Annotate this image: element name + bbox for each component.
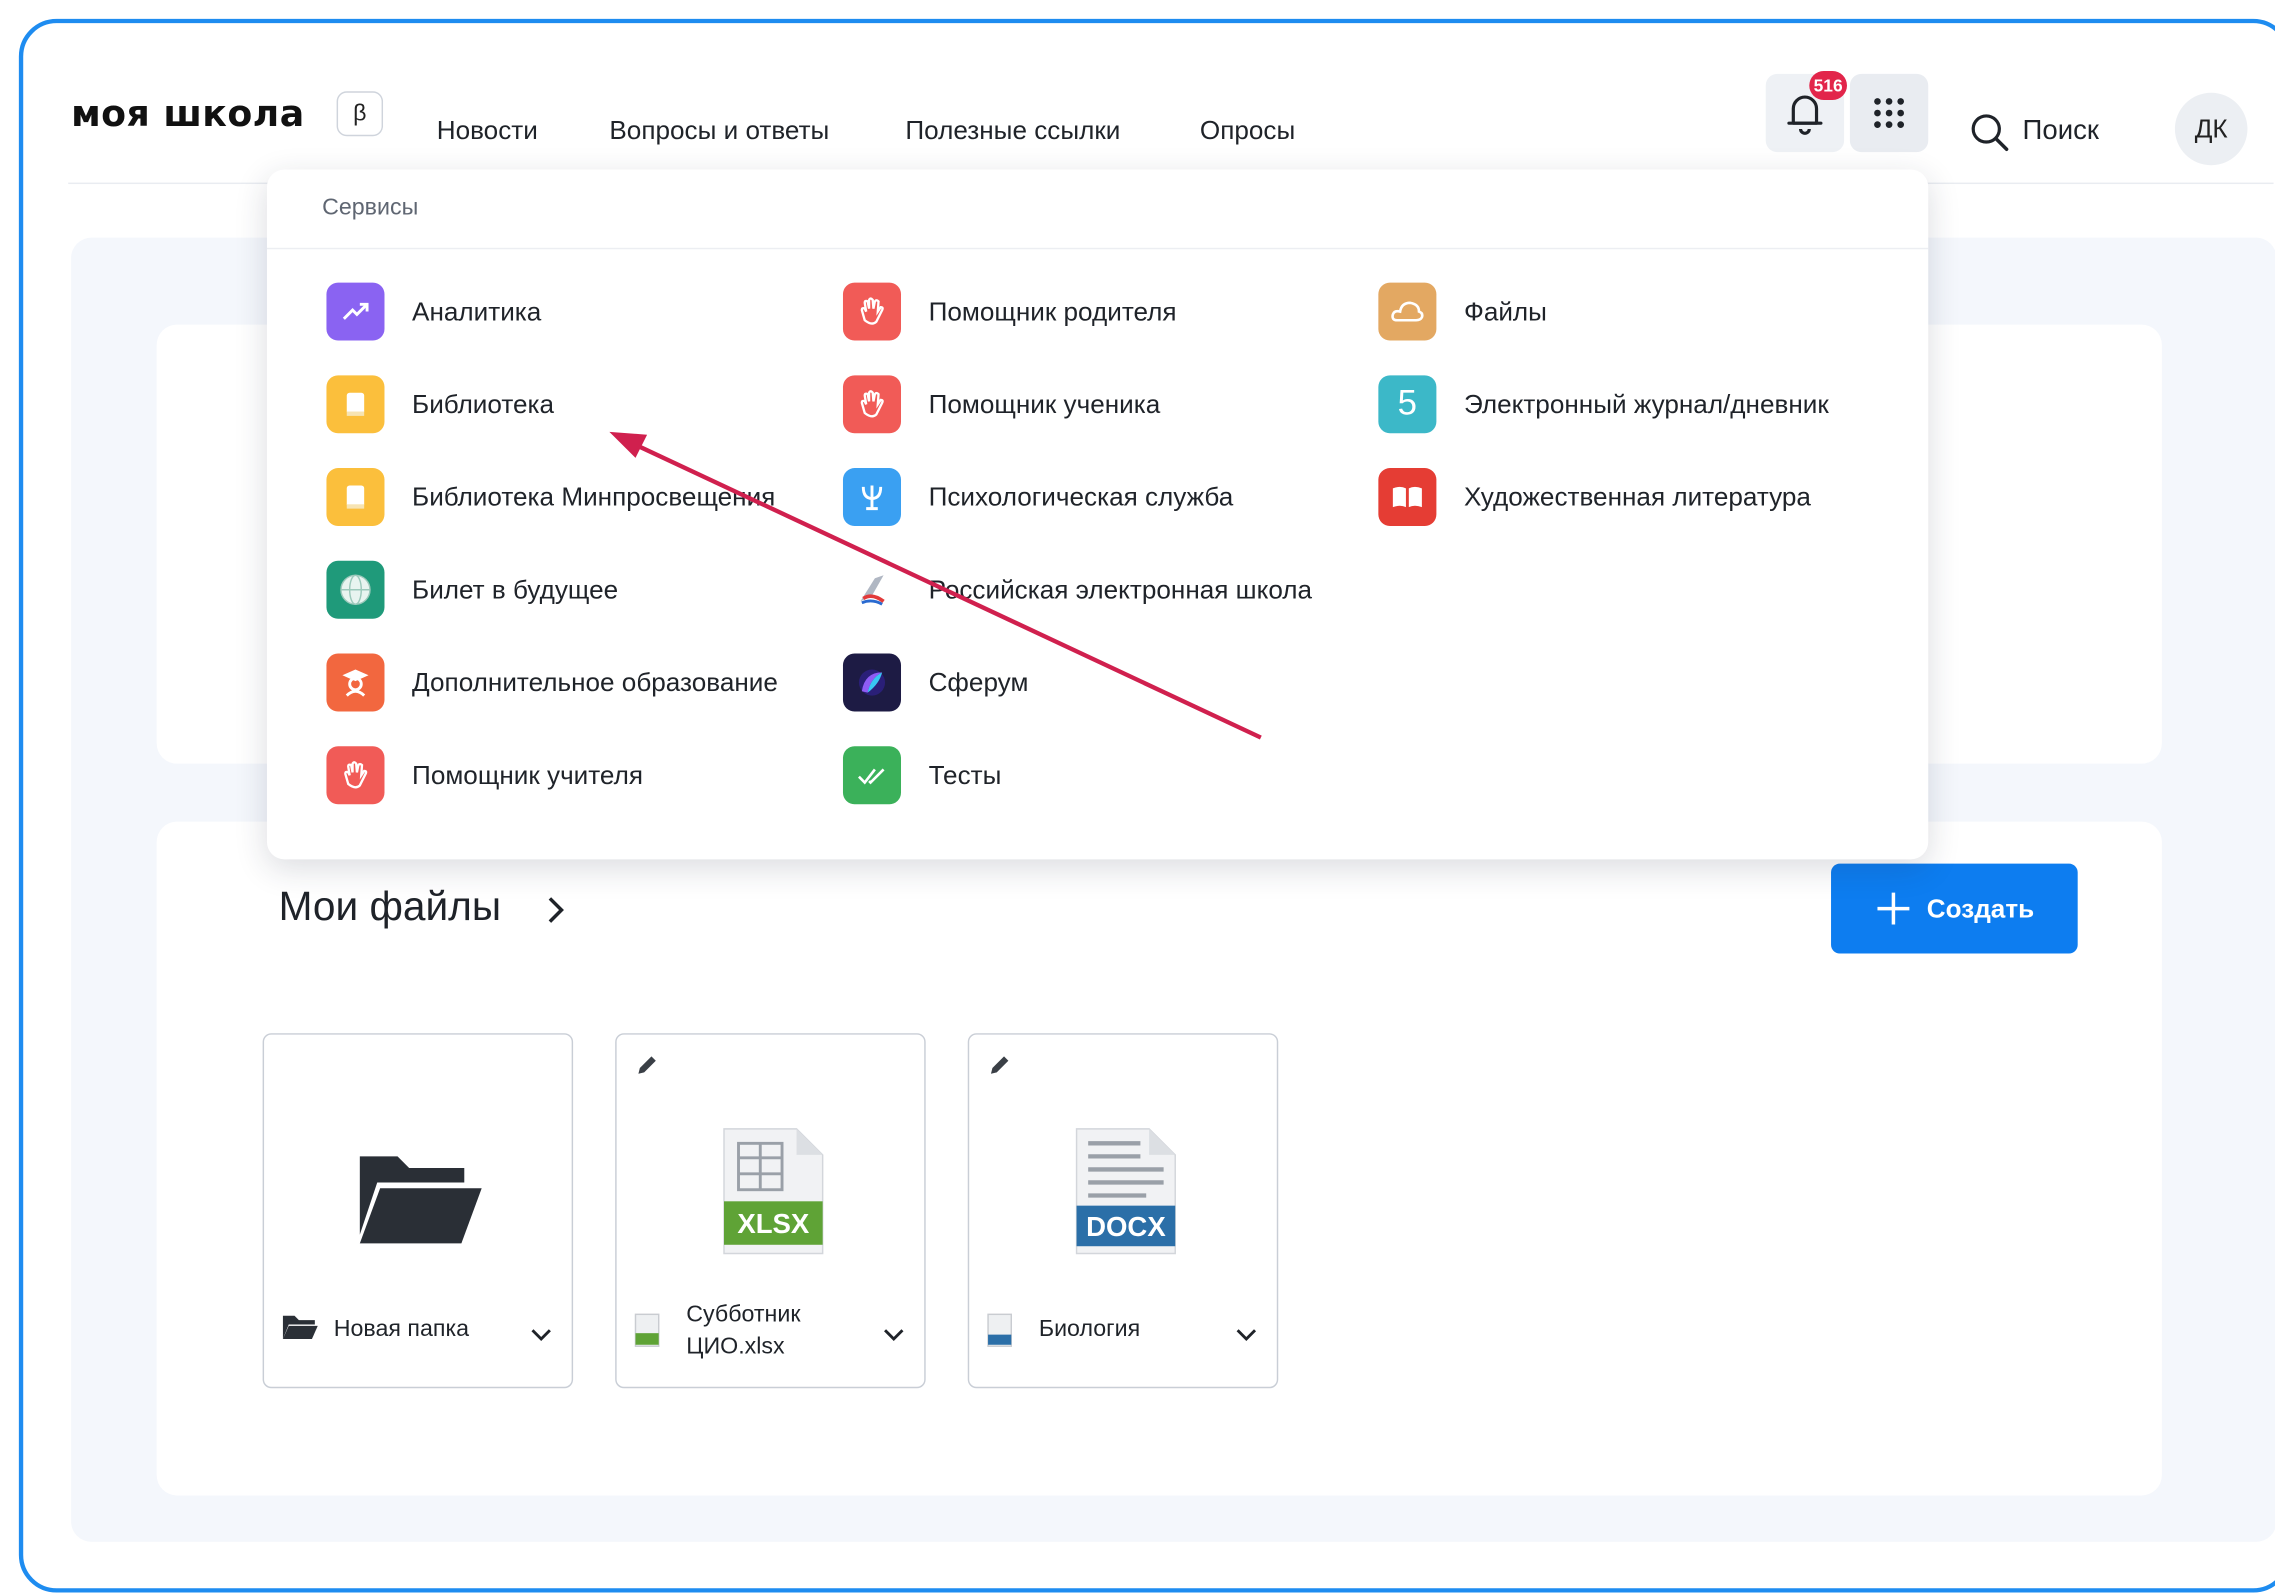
app-window: моя школа β Новости Вопросы и ответы Пол… [18, 18, 2275, 1593]
annotation-arrow [609, 431, 1262, 740]
